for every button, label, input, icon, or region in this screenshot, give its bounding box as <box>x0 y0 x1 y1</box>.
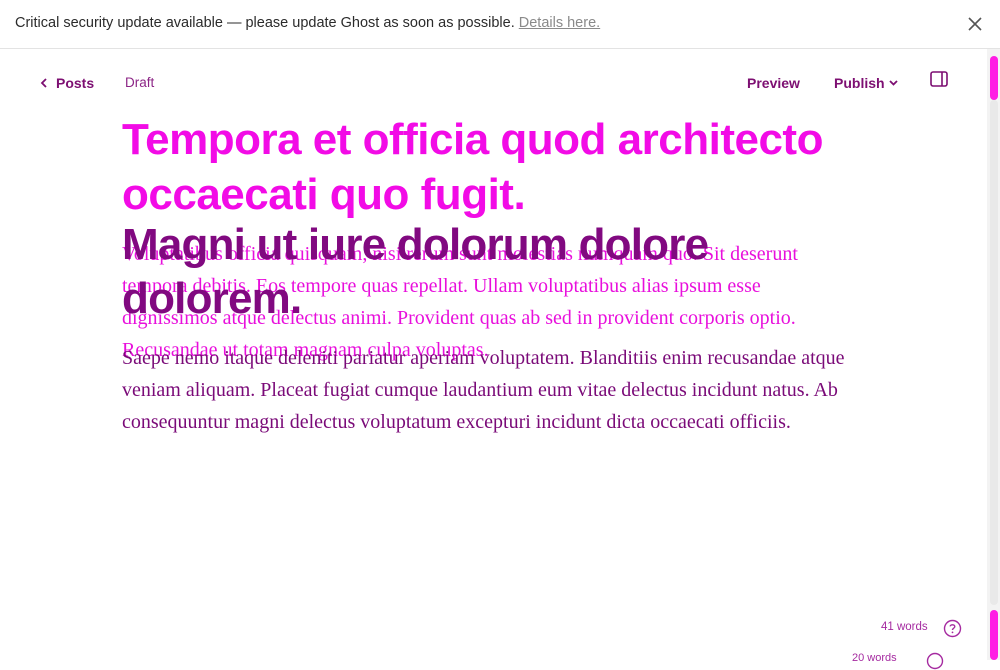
back-to-posts-button[interactable]: Posts <box>40 74 94 92</box>
post-title[interactable]: Tempora et officia quod architecto occae… <box>122 112 882 222</box>
editor-paragraph[interactable]: Saepe nemo itaque deleniti pariatur aper… <box>122 342 857 438</box>
word-count: 41 words <box>881 621 928 633</box>
close-icon[interactable] <box>966 15 984 33</box>
publish-button[interactable]: Publish <box>834 75 898 91</box>
footer-extra-count: 20 words <box>852 652 897 664</box>
security-banner: Critical security update available — ple… <box>0 0 1000 49</box>
scrollbar-bottom-highlight <box>990 610 998 660</box>
chevron-left-icon <box>40 78 47 88</box>
sidebar-toggle-icon[interactable] <box>930 71 948 87</box>
post-title-overlap[interactable]: Magni ut iure dolorum dolore dolorem. <box>122 218 842 326</box>
chevron-down-icon <box>888 80 898 86</box>
help-icon[interactable] <box>943 619 962 638</box>
post-status: Draft <box>125 75 155 90</box>
banner-details-link[interactable]: Details here. <box>519 15 600 31</box>
banner-message: Critical security update available — ple… <box>15 15 515 31</box>
banner-text: Critical security update available — ple… <box>15 15 600 31</box>
back-label: Posts <box>56 75 95 91</box>
scrollbar-thumb[interactable] <box>990 100 998 605</box>
publish-label: Publish <box>834 75 885 91</box>
scrollbar-top-highlight <box>990 56 998 100</box>
preview-button[interactable]: Preview <box>747 75 800 91</box>
help-icon-secondary[interactable] <box>926 652 944 670</box>
